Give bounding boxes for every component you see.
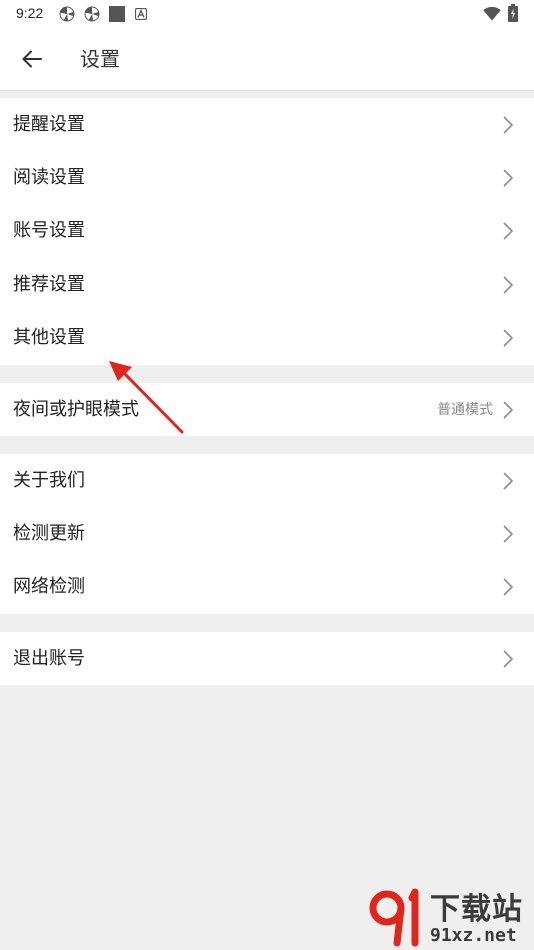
- chevron-right-icon: [503, 650, 514, 668]
- reminder-settings-item[interactable]: 提醒设置: [0, 98, 534, 151]
- settings-group-about: 关于我们 检测更新 网络检测: [0, 454, 534, 614]
- row-label: 其他设置: [13, 327, 85, 349]
- settings-group-logout: 退出账号: [0, 632, 534, 686]
- row-label: 检测更新: [13, 523, 85, 545]
- battery-icon: [508, 4, 518, 22]
- chevron-right-icon: [503, 276, 514, 294]
- row-label: 推荐设置: [13, 273, 85, 295]
- row-label: 关于我们: [13, 469, 85, 491]
- recommend-settings-item[interactable]: 推荐设置: [0, 258, 534, 311]
- 91-logo-icon: [369, 888, 419, 947]
- pinwheel-icon: [59, 6, 75, 22]
- pinwheel-icon: [84, 6, 100, 22]
- status-bar: 9:22: [0, 0, 534, 28]
- row-label: 阅读设置: [13, 167, 85, 189]
- a-badge-icon: [135, 8, 147, 20]
- toolbar: 设置: [0, 28, 534, 91]
- settings-group-main: 提醒设置 阅读设置 账号设置 推荐设置 其他设置: [0, 98, 534, 365]
- chevron-right-icon: [503, 222, 514, 241]
- square-icon: [109, 6, 125, 22]
- chevron-right-icon: [503, 525, 514, 543]
- check-update-item[interactable]: 检测更新: [0, 507, 534, 560]
- night-mode-value: 普通模式: [437, 401, 493, 418]
- watermark: 下载站 91xz.net: [368, 888, 530, 950]
- chevron-right-icon: [503, 472, 514, 490]
- about-us-item[interactable]: 关于我们: [0, 454, 534, 507]
- page-title: 设置: [80, 47, 120, 71]
- network-check-item[interactable]: 网络检测: [0, 561, 534, 614]
- watermark-domain: 91xz.net: [430, 925, 517, 946]
- chevron-right-icon: [503, 169, 514, 187]
- status-time: 9:22: [16, 5, 44, 21]
- watermark-title: 下载站: [430, 892, 523, 927]
- logout-item[interactable]: 退出账号: [0, 632, 534, 685]
- chevron-right-icon: [503, 116, 514, 134]
- row-label: 夜间或护眼模式: [13, 398, 139, 420]
- wifi-icon: [483, 6, 501, 21]
- other-settings-item[interactable]: 其他设置: [0, 312, 534, 365]
- night-eye-mode-item[interactable]: 夜间或护眼模式 普通模式: [0, 383, 534, 436]
- row-label: 提醒设置: [13, 113, 85, 135]
- row-label: 退出账号: [13, 647, 85, 669]
- row-label: 账号设置: [13, 220, 85, 242]
- row-label: 网络检测: [13, 576, 85, 598]
- chevron-right-icon: [503, 578, 514, 597]
- settings-group-display: 夜间或护眼模式 普通模式: [0, 383, 534, 437]
- reading-settings-item[interactable]: 阅读设置: [0, 151, 534, 204]
- chevron-right-icon: [503, 329, 514, 347]
- chevron-right-icon: [503, 401, 514, 419]
- back-button[interactable]: [12, 39, 52, 79]
- account-settings-item[interactable]: 账号设置: [0, 205, 534, 258]
- arrow-left-icon: [22, 50, 42, 68]
